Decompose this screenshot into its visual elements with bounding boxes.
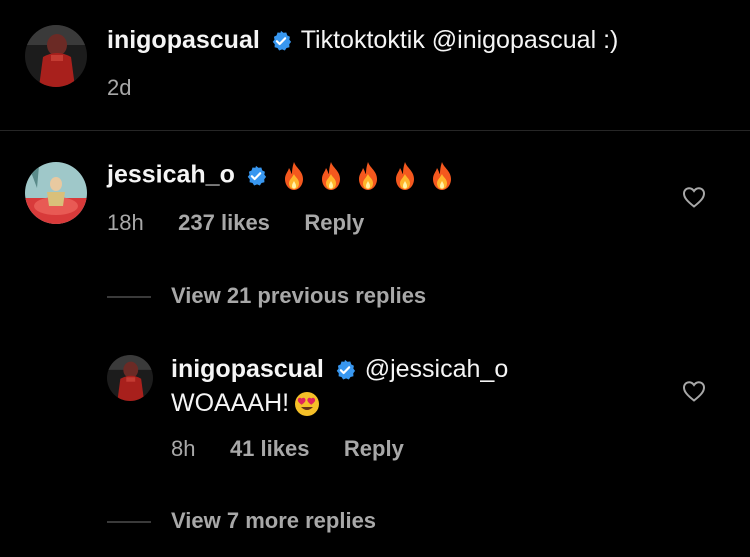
reply-line-2: WOAAAH! (171, 389, 320, 422)
reply-line-1: inigopascual @jessicah_o (171, 355, 508, 386)
caption-line: inigopascual Tiktoktoktik @inigopascual … (107, 26, 618, 57)
verified-badge-icon (334, 359, 356, 386)
fire-icon (315, 160, 347, 197)
caption-username[interactable]: inigopascual (107, 26, 260, 54)
fire-icon (426, 160, 458, 197)
verified-badge-icon (270, 30, 292, 57)
view-previous-replies[interactable]: View 21 previous replies (171, 283, 426, 309)
reply-likes[interactable]: 41 likes (230, 436, 310, 461)
comment-avatar[interactable] (25, 162, 87, 224)
caption-time: 2d (107, 75, 132, 100)
replies-line (107, 521, 151, 523)
fire-icon (389, 160, 421, 197)
comment-reply-button[interactable]: Reply (304, 210, 364, 235)
comment-meta: 18h 237 likes Reply (107, 210, 364, 236)
avatar-image (25, 162, 87, 224)
comment-likes[interactable]: 237 likes (178, 210, 270, 235)
reply-reply-button[interactable]: Reply (344, 436, 404, 461)
heart-eyes-icon (294, 391, 320, 422)
reply-text: WOAAAH! (171, 389, 290, 417)
reply-time: 8h (171, 436, 196, 461)
comment-like-heart-icon[interactable] (682, 186, 706, 213)
verified-badge-icon (245, 165, 267, 192)
fire-emojis (278, 162, 463, 196)
comment-username[interactable]: jessicah_o (107, 161, 235, 189)
section-divider (0, 130, 750, 131)
comment-line: jessicah_o (107, 160, 463, 197)
replies-line (107, 296, 151, 298)
reply-username[interactable]: inigopascual (171, 355, 324, 383)
reply-meta: 8h 41 likes Reply (171, 436, 404, 462)
avatar-image (107, 355, 153, 401)
avatar-image (25, 25, 87, 87)
comment-time: 18h (107, 210, 144, 235)
view-more-replies[interactable]: View 7 more replies (171, 508, 376, 534)
reply-like-heart-icon[interactable] (682, 380, 706, 407)
reply-avatar[interactable] (107, 355, 153, 401)
fire-icon (352, 160, 384, 197)
caption-text: Tiktoktoktik @inigopascual :) (300, 26, 619, 54)
fire-icon (278, 160, 310, 197)
reply-mention[interactable]: @jessicah_o (365, 355, 509, 383)
caption-avatar[interactable] (25, 25, 87, 87)
